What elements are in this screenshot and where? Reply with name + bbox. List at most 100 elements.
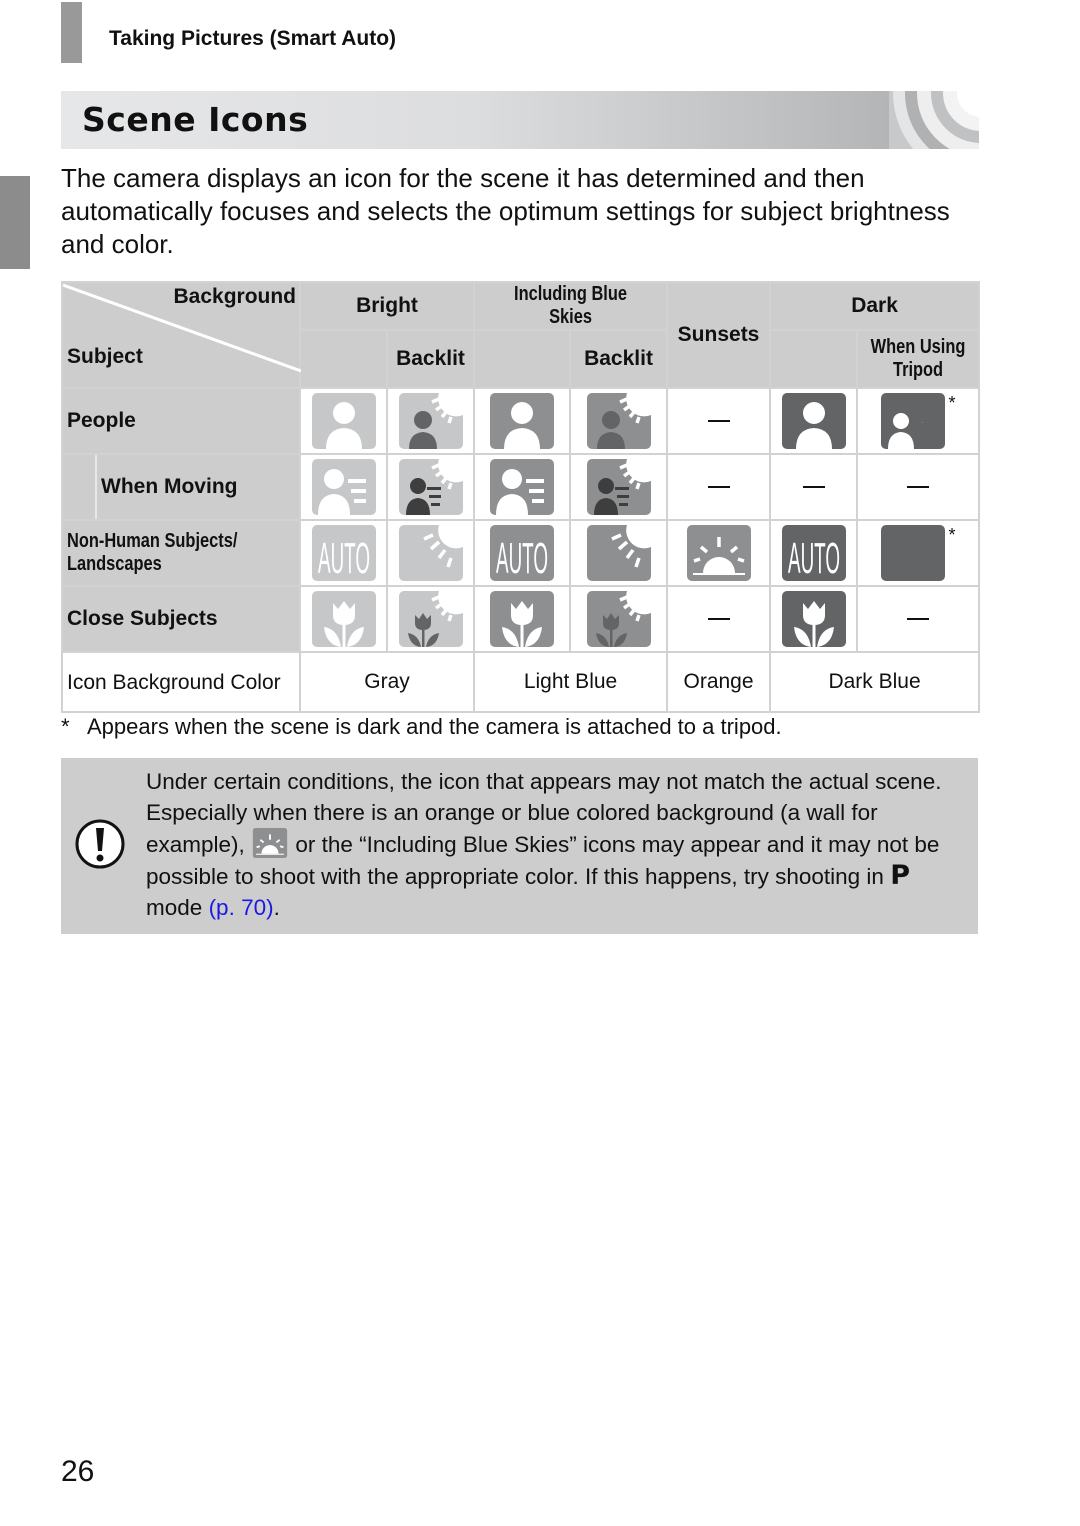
backlit-icon <box>586 525 651 581</box>
row-label-when-moving: When Moving <box>101 475 238 498</box>
cell <box>473 585 572 653</box>
cell: * <box>856 387 981 455</box>
col-bright-plain <box>299 329 388 389</box>
decorative-swirl-icon <box>889 91 979 149</box>
corner-subject-label: Subject <box>67 345 143 368</box>
cell-none <box>666 387 772 455</box>
col-blue-skies: Including Blue Skies <box>473 281 669 331</box>
row-icon-bg-color: Icon Background Color Gray Light Blue Or… <box>61 651 981 713</box>
caution-text-part3: mode <box>146 895 203 920</box>
cell <box>666 519 772 587</box>
dash <box>707 486 730 489</box>
person-moving-icon <box>490 459 555 515</box>
macro-icon <box>311 591 376 647</box>
cell <box>473 387 572 455</box>
footnote-text: Appears when the scene is dark and the c… <box>87 714 782 739</box>
night-moon-icon <box>880 525 945 581</box>
sunset-icon <box>252 828 288 858</box>
cell <box>385 585 476 653</box>
person-moving-icon <box>311 459 376 515</box>
cell-none <box>666 453 772 521</box>
row-non-human: Non-Human Subjects/ Landscapes * <box>61 519 981 587</box>
cell <box>385 453 476 521</box>
person-backlit-icon <box>586 393 651 449</box>
row-label-non-human: Non-Human Subjects/ Landscapes <box>61 519 301 587</box>
sunset-icon <box>686 525 751 581</box>
page-number: 26 <box>61 1455 95 1488</box>
bg-color-orange: Orange <box>666 651 772 713</box>
cell <box>769 519 859 587</box>
cell <box>299 519 388 587</box>
person-icon <box>311 393 376 449</box>
bg-color-gray: Gray <box>298 651 476 713</box>
dash <box>802 486 825 489</box>
indent-spacer <box>63 455 97 519</box>
row-people: People * <box>61 387 981 455</box>
macro-backlit-icon <box>398 591 463 647</box>
cell-none <box>856 585 981 653</box>
page-link[interactable]: (p. 70) <box>209 895 274 920</box>
chapter-tab <box>0 176 30 269</box>
cell <box>299 585 388 653</box>
row-label-close: Close Subjects <box>61 585 301 653</box>
caution-text: Under certain conditions, the icon that … <box>146 766 971 923</box>
person-icon <box>781 393 846 449</box>
footnote: * Appears when the scene is dark and the … <box>61 714 782 740</box>
caution-exclamation-icon <box>75 819 125 869</box>
cell <box>769 585 859 653</box>
intro-paragraph: The camera displays an icon for the scen… <box>61 163 950 259</box>
person-icon <box>490 393 555 449</box>
col-dark-tripod: When Using Tripod <box>856 329 981 389</box>
macro-backlit-icon <box>586 591 651 647</box>
cell <box>473 453 572 521</box>
person-night-icon <box>880 393 945 449</box>
dash <box>907 486 930 489</box>
col-dark: Dark <box>769 281 981 331</box>
scene-icons-table: Background Subject Bright Including Blue… <box>61 281 981 713</box>
cell <box>569 387 669 455</box>
backlit-icon <box>398 525 463 581</box>
auto-icon <box>781 525 846 581</box>
dash <box>907 618 930 621</box>
person-backlit-icon <box>398 393 463 449</box>
person-moving-backlit-icon <box>586 459 651 515</box>
macro-icon <box>781 591 846 647</box>
cell-none <box>769 453 859 521</box>
bg-color-light-blue: Light Blue <box>473 651 669 713</box>
col-blue-skies-plain <box>473 329 572 389</box>
cell <box>385 387 476 455</box>
row-close-subjects: Close Subjects <box>61 585 981 653</box>
col-bright: Bright <box>298 281 476 331</box>
col-blue-skies-backlit: Backlit <box>569 329 669 389</box>
asterisk: * <box>948 393 956 413</box>
col-dark-plain <box>769 329 859 389</box>
cell-none <box>856 453 981 521</box>
caution-box: Under certain conditions, the icon that … <box>61 758 978 934</box>
asterisk: * <box>948 525 956 545</box>
auto-icon <box>490 525 555 581</box>
page-title: Scene Icons <box>82 100 309 139</box>
row-when-moving: When Moving <box>61 453 981 521</box>
dash <box>707 420 730 423</box>
cell <box>299 453 388 521</box>
cell <box>385 519 476 587</box>
header-row-1: Background Subject Bright Including Blue… <box>61 281 981 389</box>
auto-icon <box>311 525 376 581</box>
section-header: Taking Pictures (Smart Auto) <box>109 27 397 50</box>
cell: * <box>856 519 981 587</box>
cell <box>769 387 859 455</box>
bg-color-dark-blue: Dark Blue <box>769 651 981 713</box>
dash <box>707 618 730 621</box>
col-bright-backlit: Backlit <box>385 329 476 389</box>
cell <box>569 519 669 587</box>
cell-none <box>666 585 772 653</box>
row-label-people: People <box>61 387 301 455</box>
p-mode-icon: P <box>890 860 911 891</box>
cell <box>569 585 669 653</box>
corner-background-label: Background <box>173 285 296 308</box>
person-moving-backlit-icon <box>398 459 463 515</box>
header-corner: Background Subject <box>61 281 301 389</box>
row-label-icon-bg: Icon Background Color <box>61 651 301 713</box>
caution-text-end: . <box>273 895 280 920</box>
footnote-mark: * <box>61 714 70 739</box>
